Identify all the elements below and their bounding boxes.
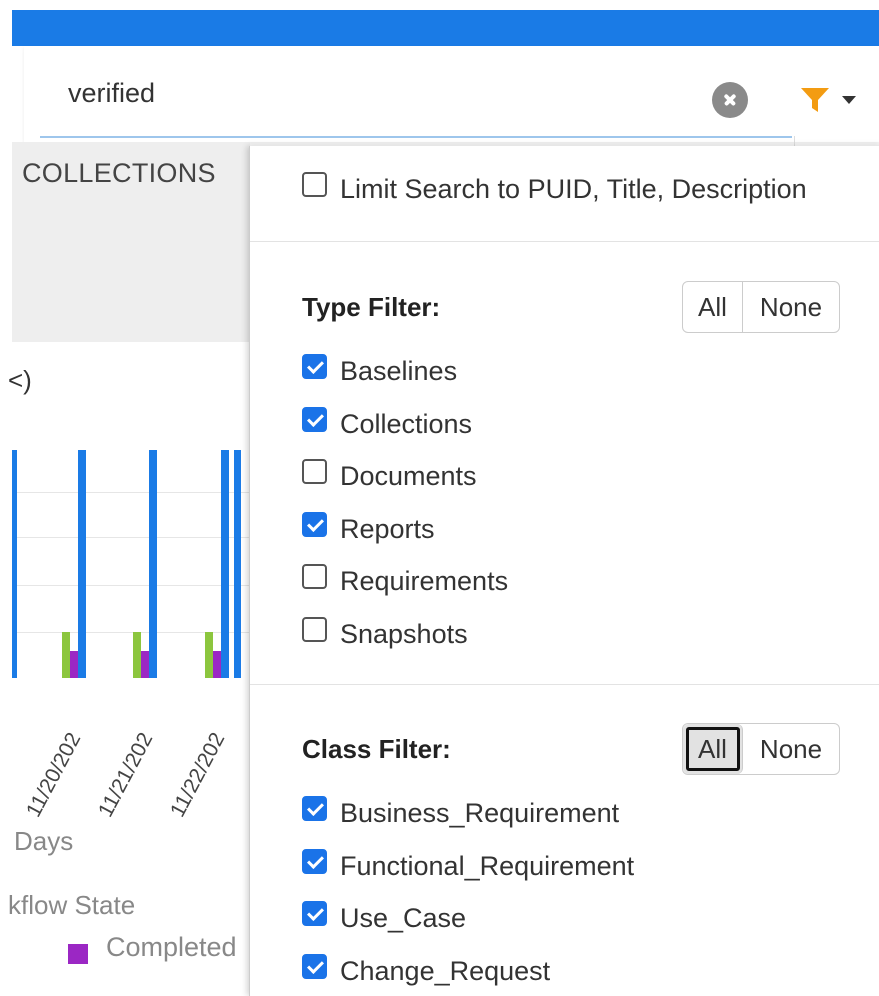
type-filter-item-checkbox[interactable] [302, 511, 327, 537]
type-filter-item-checkbox[interactable] [302, 616, 327, 642]
chart-bar [205, 632, 213, 678]
class-filter-item-label: Functional_Requirement [340, 850, 635, 881]
search-underline [40, 136, 792, 138]
legend-title: kflow State [8, 890, 136, 920]
x-tick-label: 11/22/202 [166, 728, 230, 821]
type-filter-item-label: Collections [340, 408, 473, 439]
type-filter-item-checkbox[interactable] [302, 406, 327, 432]
chevron-down-icon [842, 96, 856, 104]
chart-bar [78, 450, 86, 678]
x-axis-label: Days [14, 826, 74, 856]
tab-collections[interactable]: COLLECTIONS [22, 158, 216, 189]
gridline [12, 492, 250, 493]
class-filter-toggle: All None [682, 723, 840, 775]
class-filter-none-button[interactable]: None [743, 724, 839, 774]
gridline [12, 585, 250, 586]
chart-bar [213, 650, 221, 678]
gridline [12, 537, 250, 538]
chart-bar [133, 632, 141, 678]
class-filter-all-button[interactable]: All [683, 724, 743, 774]
type-filter-item-label: Snapshots [340, 618, 468, 649]
type-filter-toggle: All None [682, 281, 840, 333]
chart-bar [70, 650, 78, 678]
bar-chart [12, 445, 250, 685]
legend-swatch-completed [68, 944, 88, 964]
search-input[interactable] [68, 78, 668, 109]
chart-bar [149, 450, 157, 678]
limit-search-label: Limit Search to PUID, Title, Description [340, 174, 807, 204]
type-filter-item-checkbox[interactable] [302, 354, 327, 379]
filter-dropdown-panel: Limit Search to PUID, Title, Description… [249, 146, 879, 996]
filter-icon [801, 88, 829, 112]
x-tick-label: 11/21/202 [94, 728, 158, 821]
gridline [12, 632, 250, 633]
chart-bar [234, 450, 241, 678]
class-filter-item-checkbox[interactable] [302, 953, 327, 979]
filter-dropdown-button[interactable] [800, 82, 862, 118]
clear-search-icon[interactable] [712, 82, 748, 118]
type-filter-item-label: Reports [340, 513, 435, 544]
divider [250, 241, 879, 242]
chart-bar [221, 450, 229, 678]
search-bar [24, 46, 879, 186]
chart-title-fragment: <) [8, 365, 32, 395]
top-app-bar [12, 10, 879, 46]
class-filter-item-label: Use_Case [340, 903, 467, 933]
chart-bar [62, 632, 70, 678]
type-filter-item-checkbox[interactable] [302, 459, 327, 484]
limit-search-checkbox[interactable] [302, 172, 327, 197]
class-filter-item-checkbox[interactable] [302, 796, 327, 821]
class-filter-item-checkbox[interactable] [302, 901, 327, 926]
legend-item-completed: Completed [106, 932, 237, 962]
divider [250, 684, 879, 685]
class-filter-item-checkbox[interactable] [302, 848, 327, 874]
type-filter-none-button[interactable]: None [743, 282, 839, 332]
chart-bar [12, 450, 17, 678]
chart-bar [141, 650, 149, 678]
x-tick-label: 11/20/202 [22, 728, 86, 821]
type-filter-item-label: Baselines [340, 356, 458, 386]
type-filter-title: Type Filter: [302, 292, 441, 322]
type-filter-item-checkbox[interactable] [302, 564, 327, 589]
class-filter-item-label: Business_Requirement [340, 798, 620, 828]
type-filter-all-button[interactable]: All [683, 282, 743, 332]
class-filter-title: Class Filter: [302, 734, 451, 764]
class-filter-item-label: Change_Request [340, 955, 551, 986]
type-filter-item-label: Documents [340, 461, 477, 491]
type-filter-item-label: Requirements [340, 566, 509, 596]
